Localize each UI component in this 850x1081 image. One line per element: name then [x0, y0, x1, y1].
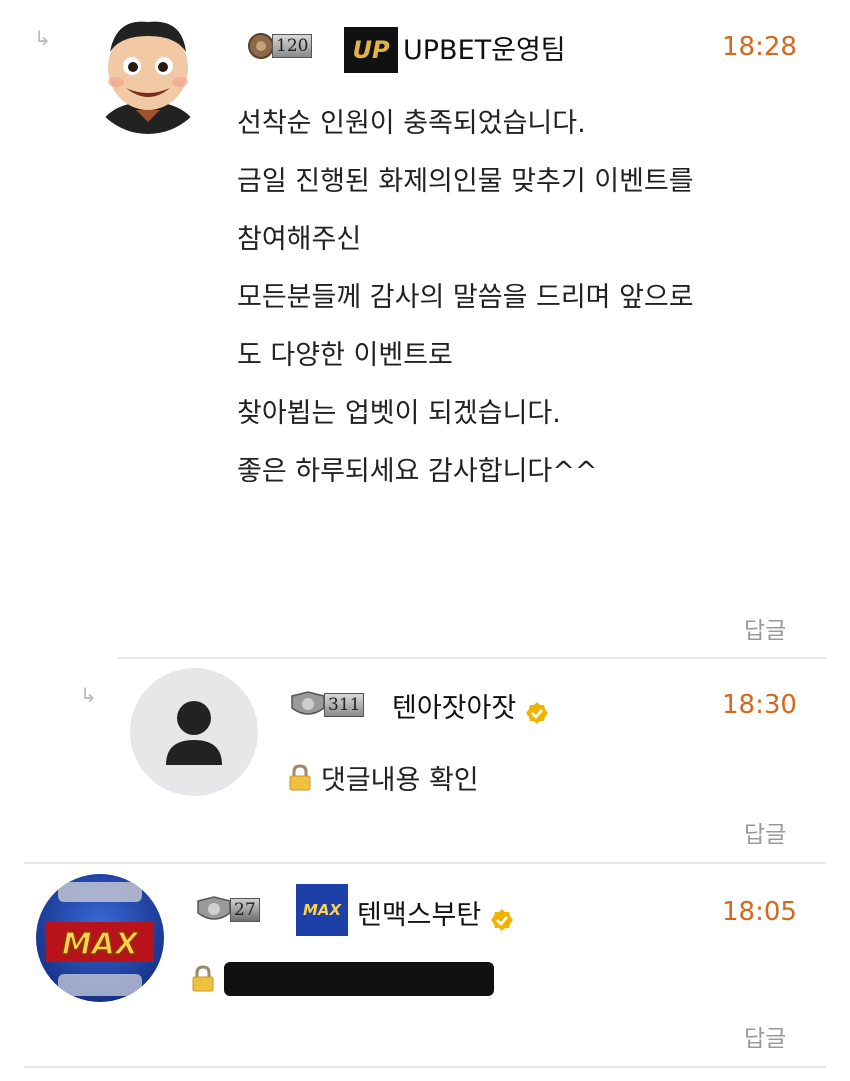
comment-body: 댓글내용 확인 — [285, 758, 479, 797]
reply-arrow-icon: ↳ — [34, 26, 51, 50]
level-badge: 311 — [288, 691, 365, 718]
comment-body: 선착순 인원이 충족되었습니다. 금일 진행된 화제의인물 맞추기 이벤트를 참… — [237, 95, 694, 501]
cartoon-avatar-icon — [86, 10, 210, 134]
upbet-emblem-text: UP — [352, 36, 390, 64]
avatar-text: MAX — [62, 927, 140, 962]
avatar[interactable] — [86, 10, 210, 134]
comment-time: 18:28 — [722, 32, 797, 62]
level-emblem-icon — [197, 896, 231, 920]
verified-badge-icon — [491, 908, 514, 931]
avatar[interactable] — [130, 668, 258, 796]
comment-line: 모든분들께 감사의 말씀을 드리며 앞으로 — [237, 282, 694, 313]
lock-icon — [192, 965, 214, 992]
author-name-row: 텐아잣아잣 — [392, 686, 549, 725]
level-badge: 120 — [246, 33, 313, 59]
upbet-emblem: UP — [344, 27, 398, 73]
default-user-icon — [166, 701, 222, 765]
avatar[interactable]: MAX — [36, 874, 164, 1002]
comment-line: 금일 진행된 화제의인물 맞추기 이벤트를 — [237, 166, 694, 197]
author-name-row: 텐맥스부탄 — [357, 893, 514, 932]
comment-line: 참여해주신 — [237, 224, 362, 255]
comment-line: 선착순 인원이 충족되었습니다. — [237, 108, 586, 139]
comment-line: 도 다양한 이벤트로 — [237, 340, 453, 371]
comment-line: 찾아뵙는 업벳이 되겠습니다. — [237, 398, 561, 429]
reply-button[interactable]: 답글 — [744, 815, 786, 849]
max-emblem: MAX — [296, 884, 348, 936]
author-name[interactable]: UPBET운영팀 — [403, 28, 566, 67]
divider — [24, 1066, 826, 1068]
comment-time: 18:30 — [722, 690, 797, 720]
divider — [24, 862, 826, 864]
author-name[interactable]: 텐맥스부탄 — [357, 900, 481, 931]
max-can-icon: MAX — [46, 882, 154, 996]
comment-text: 댓글내용 확인 — [321, 765, 479, 796]
level-number: 120 — [272, 34, 313, 58]
reply-button[interactable]: 답글 — [744, 1019, 786, 1053]
reply-arrow-icon: ↳ — [80, 683, 97, 707]
lock-icon — [289, 763, 311, 790]
level-number: 311 — [324, 693, 365, 717]
verified-badge-icon — [526, 701, 549, 724]
level-number: 27 — [230, 898, 260, 922]
max-emblem-text: MAX — [302, 901, 342, 919]
comment-body — [188, 962, 494, 996]
level-emblem-icon — [291, 691, 325, 715]
comment-line: 좋은 하루되세요 감사합니다^^ — [237, 456, 598, 487]
reply-button[interactable]: 답글 — [744, 611, 786, 645]
redacted-text — [224, 962, 494, 996]
author-name[interactable]: 텐아잣아잣 — [392, 693, 516, 724]
comment-time: 18:05 — [722, 897, 797, 927]
divider — [118, 657, 826, 659]
level-badge: 27 — [194, 896, 260, 923]
